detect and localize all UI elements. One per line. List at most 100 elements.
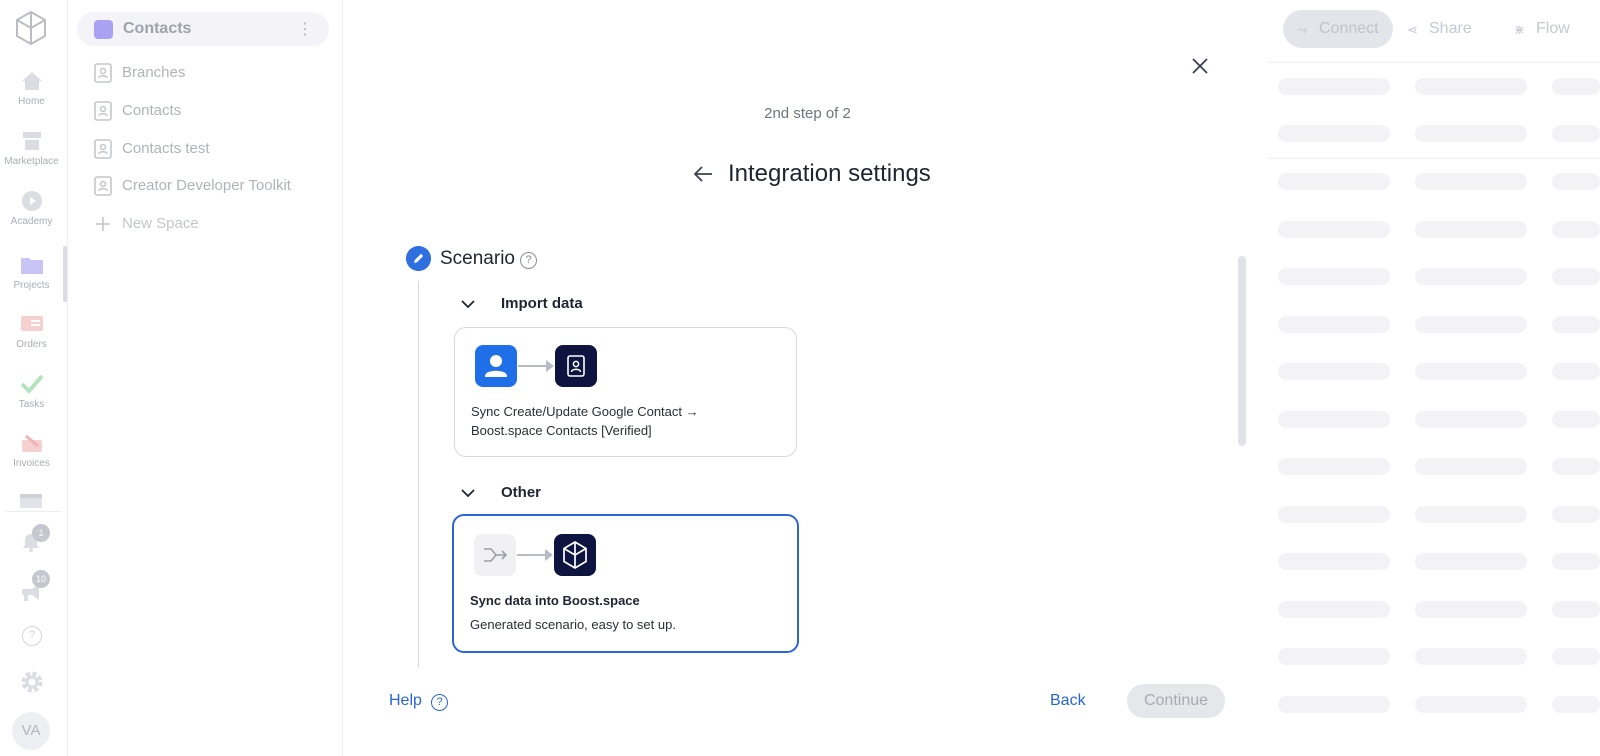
scenario-title: Sync data into Boost.space (470, 593, 640, 608)
connect-button[interactable]: ⤳ Connect (1283, 10, 1393, 48)
skeleton-cell (1415, 315, 1527, 333)
check-icon (20, 374, 44, 394)
group-label-other[interactable]: Other (501, 484, 541, 501)
skeleton-cell (1415, 125, 1527, 142)
skeleton-cell (1415, 220, 1527, 238)
rail-academy[interactable]: Academy (0, 190, 63, 227)
back-button[interactable]: Back (1050, 692, 1086, 710)
help-label: Help (389, 692, 422, 709)
scenario-description: Sync Create/Update Google Contact → Boos… (471, 404, 699, 438)
skeleton-cell (1552, 78, 1600, 95)
rail-marketplace[interactable]: Marketplace (0, 130, 63, 167)
play-icon (21, 191, 42, 211)
skeleton-cell (1552, 553, 1600, 570)
boost-space-icon (554, 534, 596, 576)
scenario-description: Generated scenario, easy to set up. (470, 617, 676, 632)
rail-orders[interactable]: Orders (0, 313, 63, 350)
left-rail: Home Marketplace Academy Projects Orders… (0, 0, 68, 756)
store-icon (22, 132, 41, 150)
skeleton-cell (1415, 505, 1527, 523)
spaces-sidebar: Contacts ⋮ Branches Contacts Contacts te… (68, 0, 343, 756)
share-label: Share (1429, 20, 1472, 37)
skeleton-cell (1415, 648, 1527, 665)
rail-tasks[interactable]: Tasks (0, 373, 63, 410)
skeleton-cell (1552, 315, 1600, 333)
skeleton-cell (1552, 410, 1600, 428)
help-circle-icon[interactable]: ? (22, 626, 42, 646)
gear-icon[interactable] (20, 670, 44, 694)
rail-scrollbar[interactable] (63, 246, 67, 302)
contacts-space-icon (94, 20, 113, 39)
folder-icon (20, 258, 43, 274)
question-icon[interactable]: ? (520, 252, 537, 269)
skeleton-cell (1415, 600, 1527, 618)
skeleton-cell (1552, 695, 1600, 713)
orders-icon (20, 316, 43, 331)
rail-invoices[interactable]: Invoices (0, 432, 63, 469)
boost-contacts-icon (555, 345, 597, 387)
space-header[interactable]: Contacts ⋮ (77, 12, 329, 46)
chevron-down-icon[interactable] (460, 487, 476, 499)
arrow-head (546, 360, 554, 372)
group-label-import-data[interactable]: Import data (501, 295, 583, 312)
skeleton-cell (1278, 315, 1390, 333)
skeleton-cell (1552, 600, 1600, 618)
contact-card-icon (94, 176, 112, 196)
skeleton-cell (1552, 505, 1600, 523)
space-title: Contacts (123, 20, 192, 37)
rail-projects-label: Projects (13, 280, 50, 291)
skeleton-cell (1415, 363, 1527, 380)
avatar[interactable]: VA (12, 712, 50, 750)
skeleton-cell (1552, 363, 1600, 380)
close-icon[interactable] (1188, 54, 1212, 78)
contact-card-icon (94, 101, 112, 121)
flow-button[interactable]: ⋇ Flow (1510, 10, 1600, 48)
rail-divider (6, 511, 62, 512)
skeleton-cell (1278, 458, 1390, 475)
modal-scrollbar[interactable] (1238, 256, 1246, 446)
skeleton-cell (1278, 268, 1390, 285)
skeleton-cell (1278, 78, 1390, 95)
tree-connector (418, 281, 419, 667)
google-contacts-icon (475, 345, 517, 387)
skeleton-cell (1415, 268, 1527, 285)
skeleton-cell (1415, 410, 1527, 428)
skeleton-cell (1415, 458, 1527, 475)
skeleton-cell (1552, 125, 1600, 142)
skeleton-cell (1278, 695, 1390, 713)
rail-projects[interactable]: Projects (0, 254, 63, 291)
help-link[interactable]: Help (389, 692, 422, 710)
rail-tasks-label: Tasks (18, 399, 45, 410)
rail-invoices-label: Invoices (13, 458, 50, 469)
skeleton-cell (1415, 695, 1527, 713)
share-icon: ⋖ (1407, 22, 1418, 37)
step-indicator: 2nd step of 2 (764, 105, 851, 122)
page-title: Integration settings (728, 160, 931, 187)
chevron-down-icon[interactable] (460, 298, 476, 310)
package-icon[interactable] (19, 492, 43, 508)
rail-orders-label: Orders (16, 339, 47, 350)
space-item-label: Creator Developer Toolkit (122, 177, 291, 194)
space-item-label: Contacts test (122, 140, 210, 157)
contact-card-icon (94, 63, 112, 83)
skeleton-cell (1552, 458, 1600, 475)
scenario-card-google-contacts[interactable]: Sync Create/Update Google Contact → Boos… (454, 327, 797, 457)
arrow-left-icon[interactable] (692, 162, 716, 186)
share-button[interactable]: ⋖ Share (1403, 10, 1493, 48)
continue-button[interactable]: Continue (1127, 684, 1225, 718)
notifications-badge: 1 (32, 524, 50, 542)
rail-marketplace-label: Marketplace (4, 156, 59, 167)
announcements-badge: 10 (32, 570, 50, 588)
boost-logo-icon[interactable] (14, 10, 48, 46)
more-vertical-icon[interactable]: ⋮ (297, 19, 313, 39)
skeleton-cell (1278, 173, 1390, 190)
skeleton-cell (1278, 648, 1390, 665)
scenario-card-sync-data[interactable]: Sync data into Boost.space Generated sce… (452, 514, 799, 653)
arrow-head (545, 549, 553, 561)
skeleton-cell (1415, 173, 1527, 190)
question-icon[interactable]: ? (431, 694, 448, 711)
flow-arrow (517, 554, 547, 556)
home-icon (21, 72, 42, 90)
skeleton-cell (1278, 410, 1390, 428)
rail-home[interactable]: Home (0, 70, 63, 107)
